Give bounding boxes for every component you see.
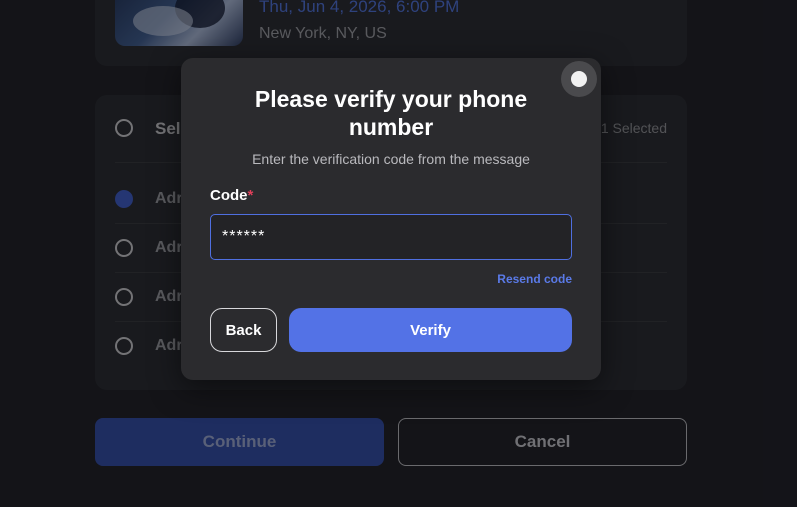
verify-button[interactable]: Verify: [289, 308, 572, 352]
code-label-text: Code: [210, 187, 248, 204]
modal-title: Please verify your phone number: [254, 86, 528, 140]
code-input[interactable]: [210, 214, 572, 260]
back-button[interactable]: Back: [210, 308, 277, 352]
resend-code-link[interactable]: Resend code: [497, 272, 572, 286]
required-marker: *: [247, 187, 254, 204]
verify-phone-modal: Please verify your phone number Enter th…: [181, 58, 601, 380]
close-icon: [571, 71, 587, 87]
code-label: Code*: [210, 187, 253, 204]
modal-subtitle: Enter the verification code from the mes…: [252, 151, 530, 167]
